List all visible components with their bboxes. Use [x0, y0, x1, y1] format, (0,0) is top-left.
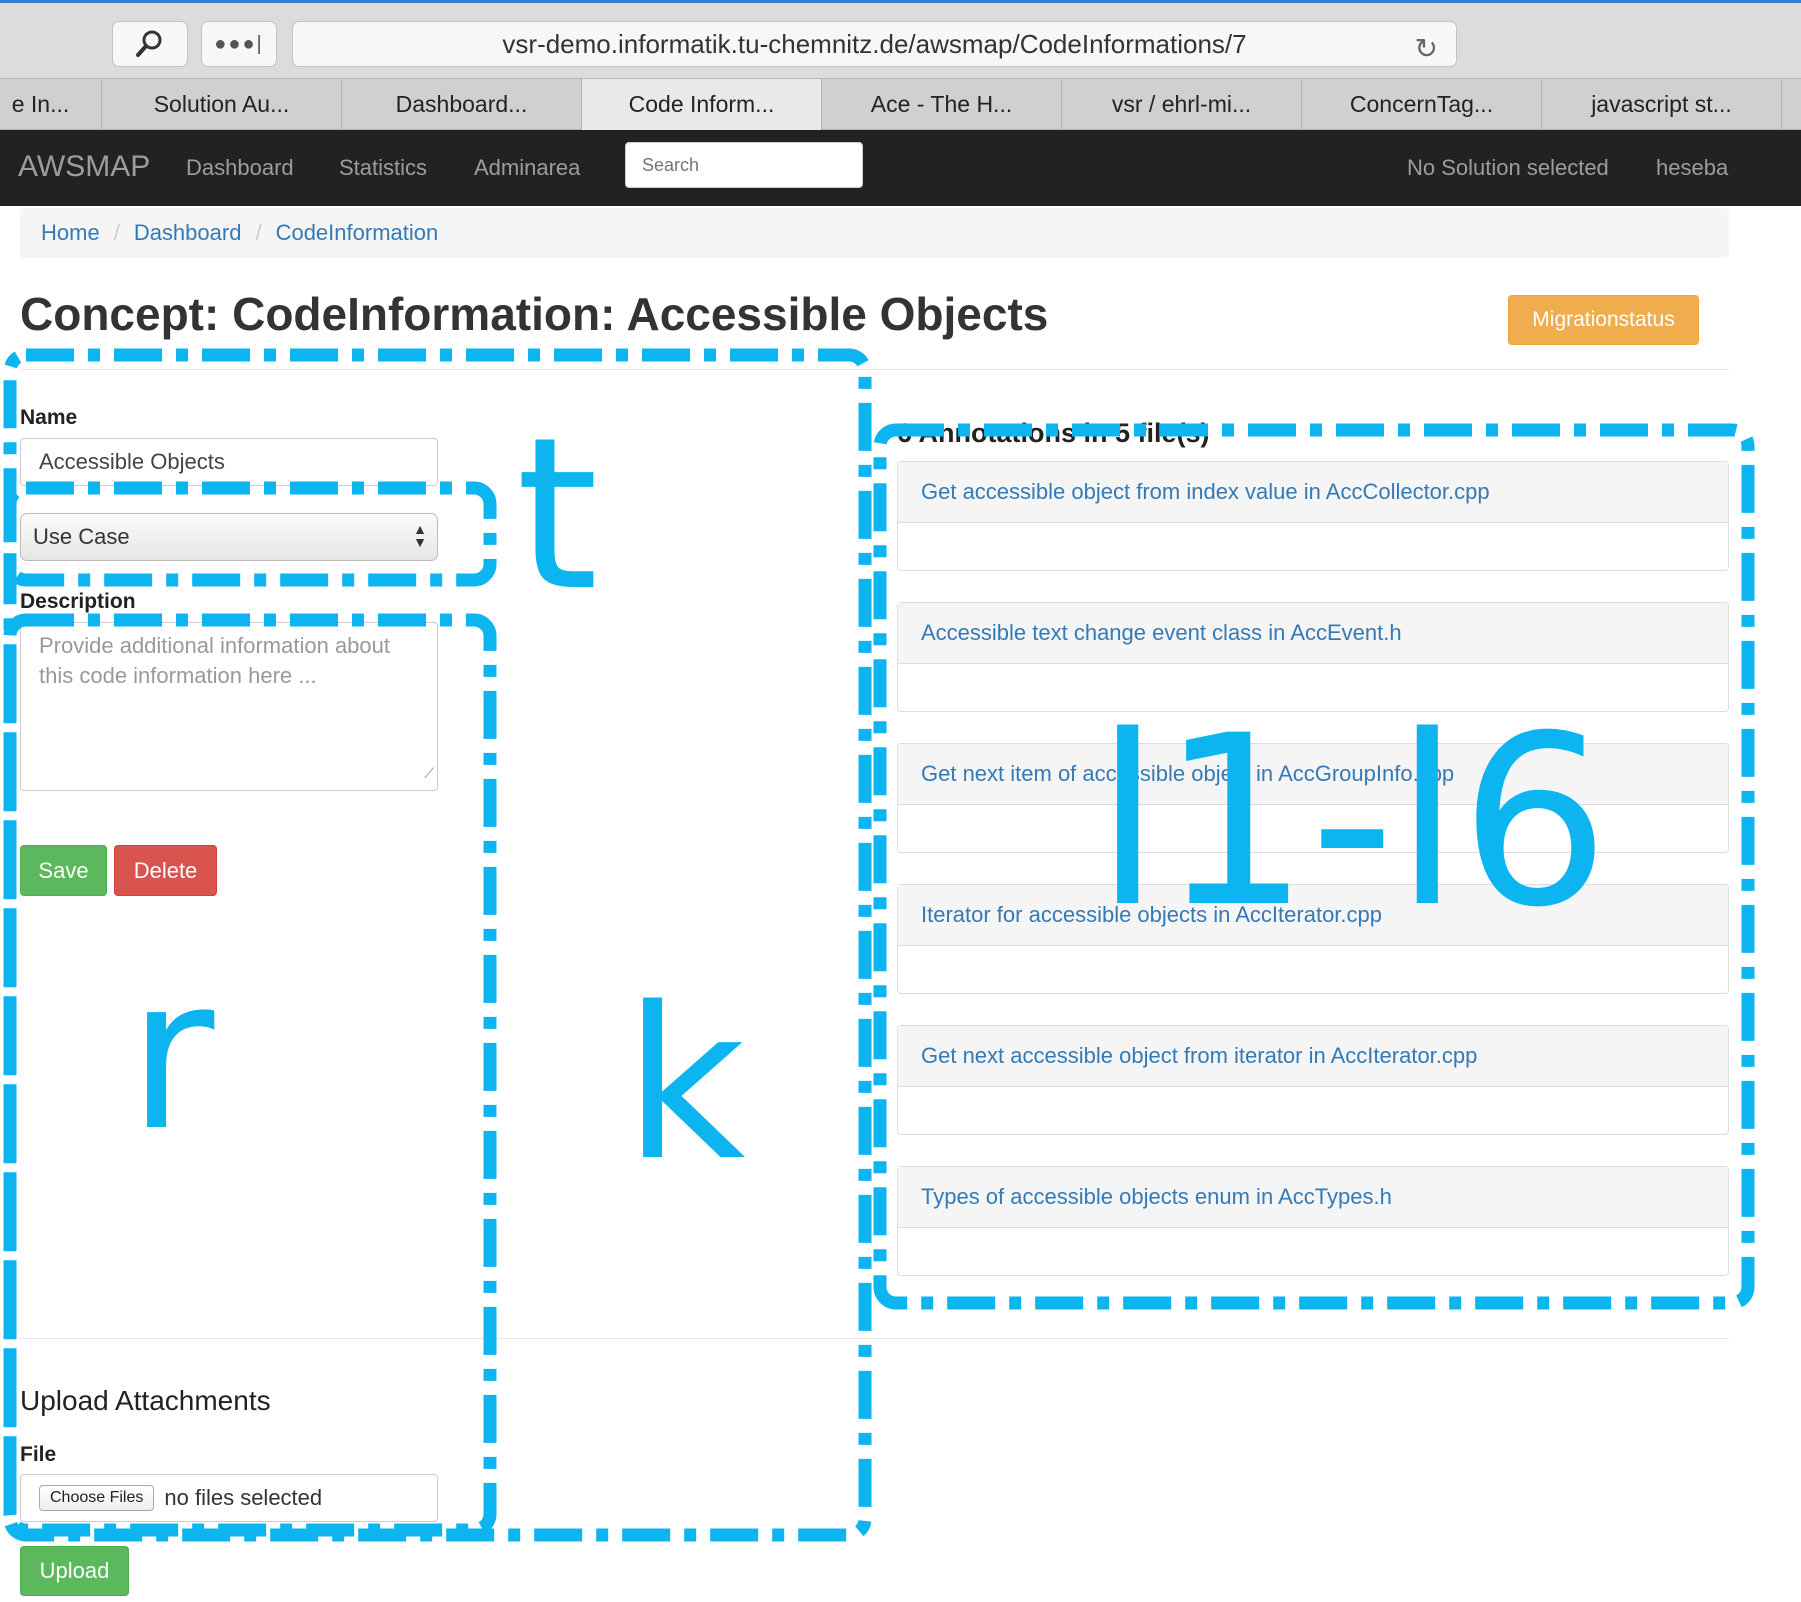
- browser-tab[interactable]: vsr / ehrl-mi...: [1062, 79, 1302, 130]
- address-bar[interactable]: vsr-demo.informatik.tu-chemnitz.de/awsma…: [292, 21, 1457, 67]
- name-input-value: Accessible Objects: [39, 449, 225, 474]
- overlay-label-r: r: [128, 932, 215, 1177]
- description-placeholder: Provide additional information about thi…: [39, 633, 391, 688]
- delete-button[interactable]: Delete: [114, 845, 217, 896]
- select-arrows-icon: ▲ ▼: [413, 521, 427, 550]
- breadcrumb-home[interactable]: Home: [41, 220, 100, 246]
- url-text: vsr-demo.informatik.tu-chemnitz.de/awsma…: [502, 28, 1247, 59]
- browser-tab[interactable]: ConcernTag...: [1302, 79, 1542, 130]
- choose-files-button[interactable]: Choose Files: [39, 1485, 155, 1511]
- nav-statistics[interactable]: Statistics: [339, 155, 427, 181]
- tab-label: Code Inform...: [628, 91, 775, 117]
- annotation-link[interactable]: Get accessible object from index value i…: [898, 462, 1728, 523]
- user-menu[interactable]: heseba: [1656, 155, 1728, 181]
- overlay-label-k: k: [624, 962, 746, 1207]
- breadcrumb: Home / Dashboard / CodeInformation: [20, 208, 1729, 258]
- reload-icon[interactable]: ↻: [1415, 32, 1438, 65]
- search-input[interactable]: [625, 142, 863, 188]
- type-select-value: Use Case: [33, 524, 130, 549]
- save-button[interactable]: Save: [20, 845, 107, 896]
- browser-tab[interactable]: Dashboard...: [342, 79, 582, 130]
- nav-adminarea[interactable]: Adminarea: [474, 155, 580, 181]
- browser-toolbar: ●●●| vsr-demo.informatik.tu-chemnitz.de/…: [0, 0, 1801, 78]
- name-input[interactable]: Accessible Objects: [20, 438, 438, 486]
- browser-tab[interactable]: e In...: [0, 79, 102, 130]
- tab-label: vsr / ehrl-mi...: [1111, 91, 1252, 117]
- browser-tab[interactable]: javascript st...: [1542, 79, 1782, 130]
- annotation-panel: Types of accessible objects enum in AccT…: [897, 1166, 1729, 1276]
- upload-button[interactable]: Upload: [20, 1546, 129, 1596]
- migrationstatus-button[interactable]: Migrationstatus: [1508, 295, 1699, 345]
- page-title: Concept: CodeInformation: Accessible Obj…: [20, 288, 1049, 340]
- annotation-panel: Get next accessible object from iterator…: [897, 1025, 1729, 1135]
- tab-label: Dashboard...: [395, 91, 528, 117]
- breadcrumb-separator: /: [113, 220, 120, 245]
- app-navbar: AWSMAP Dashboard Statistics Adminarea No…: [0, 130, 1801, 206]
- tab-label: e In...: [11, 91, 70, 117]
- more-options-icon[interactable]: ●●●|: [201, 21, 277, 67]
- overlay-label-l1-l6: l1-l6: [1095, 686, 1610, 959]
- breadcrumb-separator: /: [255, 220, 262, 245]
- annotation-link[interactable]: Accessible text change event class in Ac…: [898, 603, 1728, 664]
- divider: [20, 369, 1729, 370]
- annotation-link[interactable]: Get next accessible object from iterator…: [898, 1026, 1728, 1087]
- type-select[interactable]: Use Case ▲ ▼: [20, 513, 438, 561]
- name-label: Name: [20, 406, 78, 429]
- brand-logo[interactable]: AWSMAP: [18, 150, 150, 184]
- breadcrumb-dashboard[interactable]: Dashboard: [134, 220, 242, 246]
- browser-tab[interactable]: Ace - The H...: [822, 79, 1062, 130]
- nav-dashboard[interactable]: Dashboard: [186, 155, 294, 181]
- annotation-panel: Get accessible object from index value i…: [897, 461, 1729, 571]
- annotations-heading: 6 Annotations in 5 file(s): [897, 418, 1210, 448]
- divider: [20, 1338, 1729, 1339]
- file-label: File: [20, 1443, 57, 1466]
- tab-label: Ace - The H...: [870, 91, 1013, 117]
- tab-label: ConcernTag...: [1349, 91, 1494, 117]
- search-icon[interactable]: [112, 21, 188, 67]
- browser-tab[interactable]: Solution Au...: [102, 79, 342, 130]
- annotation-link[interactable]: Types of accessible objects enum in AccT…: [898, 1167, 1728, 1228]
- no-files-text: no files selected: [164, 1485, 323, 1510]
- breadcrumb-codeinformation[interactable]: CodeInformation: [276, 220, 439, 246]
- tab-label: Solution Au...: [153, 91, 290, 117]
- description-label: Description: [20, 590, 136, 613]
- upload-title: Upload Attachments: [20, 1385, 271, 1416]
- browser-tab-active[interactable]: Code Inform...: [582, 79, 822, 130]
- file-input[interactable]: Choose Files no files selected: [20, 1474, 438, 1522]
- overlay-label-t: t: [516, 392, 599, 637]
- resize-grip-icon[interactable]: ⟋: [424, 758, 434, 788]
- description-textarea[interactable]: Provide additional information about thi…: [20, 622, 438, 791]
- browser-tab-bar: e In... Solution Au... Dashboard... Code…: [0, 78, 1801, 130]
- tab-label: javascript st...: [1591, 91, 1732, 117]
- solution-status[interactable]: No Solution selected: [1407, 155, 1609, 181]
